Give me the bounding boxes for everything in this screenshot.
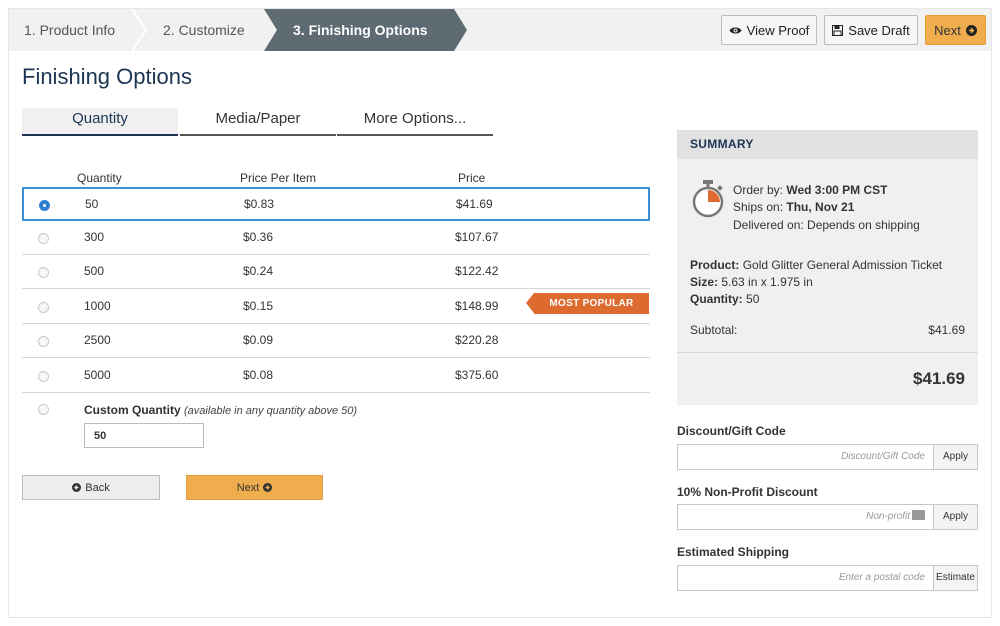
size-label: Size:: [690, 275, 719, 289]
row-price-per-item: $0.15: [243, 299, 274, 313]
discount-code-input[interactable]: Discount/Gift Code: [677, 444, 934, 470]
quantity-row-1000[interactable]: 1000 $0.15 $148.99 MOST POPULAR: [22, 290, 650, 324]
row-quantity: 50: [85, 197, 99, 211]
ships-on: Ships on: Thu, Nov 21: [733, 200, 854, 214]
quantity-row-2500[interactable]: 2500 $0.09 $220.28: [22, 324, 650, 358]
floppy-disk-icon: [832, 24, 844, 36]
eye-icon: [729, 27, 742, 33]
subtotal-value: $41.69: [928, 323, 965, 337]
save-draft-label: Save Draft: [848, 22, 910, 38]
row-price: $41.69: [456, 197, 493, 211]
order-by-label: Order by:: [733, 183, 787, 197]
back-label: Back: [85, 481, 110, 494]
view-proof-button[interactable]: View Proof: [721, 15, 817, 45]
quantity-radio[interactable]: [38, 336, 49, 347]
ships-on-value: Thu, Nov 21: [786, 200, 855, 214]
view-proof-label: View Proof: [746, 22, 810, 38]
row-quantity: 500: [84, 264, 105, 278]
most-popular-badge: MOST POPULAR: [526, 293, 649, 314]
quantity-radio[interactable]: [38, 267, 49, 278]
delivered-on: Delivered on: Depends on shipping: [733, 218, 920, 232]
arrow-circle-right-icon: [263, 483, 273, 492]
row-price: $220.28: [455, 333, 499, 347]
apply-discount-button[interactable]: Apply: [933, 444, 978, 470]
tab-more-options[interactable]: More Options...: [337, 108, 493, 136]
quantity-row-5000[interactable]: 5000 $0.08 $375.60: [22, 359, 650, 393]
row-price: $375.60: [455, 368, 499, 382]
custom-quantity-radio[interactable]: [38, 404, 49, 415]
quantity-radio[interactable]: [38, 371, 49, 382]
estimate-shipping-button[interactable]: Estimate: [933, 565, 978, 591]
product-label: Product:: [690, 258, 740, 272]
page-title: Finishing Options: [22, 64, 192, 89]
row-price-per-item: $0.08: [243, 368, 274, 382]
back-button[interactable]: Back: [22, 475, 160, 500]
order-by: Order by: Wed 3:00 PM CST: [733, 183, 888, 197]
step-bar: 1. Product Info 2. Customize 3. Finishin…: [9, 9, 991, 51]
summary-divider: [677, 352, 978, 353]
next-top-label: Next: [934, 22, 961, 38]
quantity-row-50[interactable]: 50 $0.83 $41.69: [22, 187, 650, 221]
stopwatch-icon: [692, 180, 724, 218]
tab-media-paper[interactable]: Media/Paper: [180, 108, 336, 136]
custom-quantity-title: Custom Quantity: [84, 403, 181, 417]
column-header-price-per-item: Price Per Item: [240, 171, 317, 185]
quantity-radio[interactable]: [38, 302, 49, 313]
row-quantity: 2500: [84, 333, 111, 347]
quantity-value: 50: [746, 292, 760, 306]
apply-nonprofit-button[interactable]: Apply: [933, 504, 978, 530]
next-label: Next: [236, 481, 260, 494]
quantity-radio[interactable]: [38, 233, 49, 244]
tab-quantity[interactable]: Quantity: [22, 108, 178, 136]
nonprofit-placeholder: Non-profit: [866, 511, 910, 522]
order-by-value: Wed 3:00 PM CST: [786, 183, 888, 197]
size-line: Size: 5.63 in x 1.975 in: [690, 275, 813, 289]
size-value: 5.63 in x 1.975 in: [721, 275, 813, 289]
discount-code-label: Discount/Gift Code: [677, 424, 786, 438]
row-price: $148.99: [455, 299, 499, 313]
save-draft-button[interactable]: Save Draft: [824, 15, 918, 45]
estimated-shipping-label: Estimated Shipping: [677, 545, 790, 559]
arrow-circle-right-icon: [965, 24, 977, 36]
custom-quantity-input[interactable]: [84, 423, 204, 448]
nonprofit-input[interactable]: Non-profit: [677, 504, 934, 530]
quantity-row-300[interactable]: 300 $0.36 $107.67: [22, 221, 650, 255]
quantity-row-500[interactable]: 500 $0.24 $122.42: [22, 255, 650, 289]
ships-on-label: Ships on:: [733, 200, 787, 214]
quantity-label: Quantity:: [690, 292, 743, 306]
product-line: Product: Gold Glitter General Admission …: [690, 258, 942, 272]
next-top-button[interactable]: Next: [925, 15, 986, 45]
total-value: $41.69: [913, 369, 965, 388]
nonprofit-discount-label: 10% Non-Profit Discount: [677, 485, 818, 499]
row-quantity: 5000: [84, 368, 111, 382]
row-price-per-item: $0.36: [243, 230, 274, 244]
arrow-circle-left-icon: [72, 483, 82, 492]
row-price: $122.42: [455, 264, 499, 278]
step-product-info[interactable]: 1. Product Info: [24, 9, 115, 51]
postal-code-input[interactable]: Enter a postal code: [677, 565, 934, 591]
product-value: Gold Glitter General Admission Ticket: [742, 258, 943, 272]
subtotal-label: Subtotal:: [690, 323, 738, 337]
quantity-radio[interactable]: [39, 200, 50, 211]
step-separator: [132, 9, 148, 51]
row-price: $107.67: [455, 230, 499, 244]
row-price-per-item: $0.83: [244, 197, 275, 211]
row-quantity: 300: [84, 230, 105, 244]
quantity-line: Quantity: 50: [690, 292, 759, 306]
next-button[interactable]: Next: [186, 475, 323, 500]
custom-quantity-label: Custom Quantity (available in any quanti…: [84, 403, 357, 417]
row-quantity: 1000: [84, 299, 111, 313]
id-card-icon: [912, 510, 925, 520]
row-price-per-item: $0.24: [243, 264, 274, 278]
column-header-price: Price: [458, 171, 486, 185]
custom-quantity-note: (available in any quantity above 50): [184, 405, 358, 417]
row-price-per-item: $0.09: [243, 333, 274, 347]
step-customize[interactable]: 2. Customize: [163, 9, 245, 51]
column-header-quantity: Quantity: [77, 171, 122, 185]
step-finishing-options[interactable]: 3. Finishing Options: [293, 9, 428, 51]
summary-heading: SUMMARY: [677, 130, 978, 159]
summary-panel: SUMMARY Order by: Wed 3:00 PM CST Ships …: [677, 130, 978, 405]
